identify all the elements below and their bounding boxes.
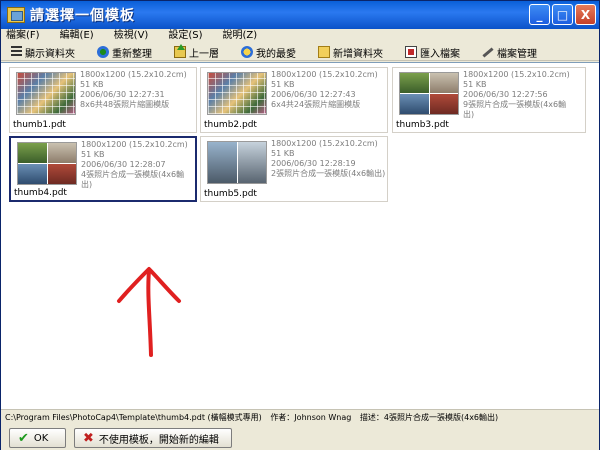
- template-info: 1800x1200 (15.2x10.2cm) 51 KB 2006/06/30…: [80, 70, 196, 110]
- template-tile-thumb5[interactable]: 1800x1200 (15.2x10.2cm) 51 KB 2006/06/30…: [200, 136, 388, 202]
- new-folder-icon: [318, 46, 330, 58]
- template-filesize: 51 KB: [271, 149, 295, 158]
- close-button[interactable]: X: [575, 4, 596, 25]
- template-filename: thumb1.pdt: [13, 120, 66, 130]
- template-date: 2006/06/30 12:27:56: [463, 90, 548, 99]
- template-resolution: 1800x1200 (15.2x10.2cm): [80, 70, 187, 79]
- minimize-button[interactable]: _: [529, 4, 550, 25]
- wrench-icon: [482, 46, 494, 58]
- template-dialog: 請選擇一個模板 _ □ X 檔案(F) 編輯(E) 檢視(V) 設定(S) 說明…: [0, 0, 600, 450]
- template-list[interactable]: 1800x1200 (15.2x10.2cm) 51 KB 2006/06/30…: [1, 62, 599, 409]
- template-description: 2張照片合成一張模版(4x6輸出): [271, 169, 386, 178]
- up-level-button[interactable]: 上一層: [174, 44, 219, 60]
- window-controls: _ □ X: [529, 4, 596, 25]
- checkmark-icon: ✔: [18, 430, 29, 446]
- template-filename: thumb2.pdt: [204, 120, 257, 130]
- dialog-buttons: ✔ OK ✖ 不使用模板，開始新的編輯: [1, 426, 599, 450]
- template-description: 4張照片合成一張模版(4x6輸: [81, 170, 185, 179]
- import-file-label: 匯入檔案: [420, 48, 460, 60]
- refresh-label: 重新整理: [112, 48, 152, 60]
- x-icon: ✖: [83, 430, 94, 446]
- new-folder-label: 新增資料夾: [333, 48, 383, 60]
- template-thumbnail: [207, 141, 267, 184]
- maximize-button[interactable]: □: [552, 4, 573, 25]
- template-date: 2006/06/30 12:28:07: [81, 160, 166, 169]
- template-filesize: 51 KB: [81, 150, 105, 159]
- template-resolution: 1800x1200 (15.2x10.2cm): [271, 70, 378, 79]
- refresh-button[interactable]: 重新整理: [97, 45, 152, 60]
- template-thumbnail: [207, 72, 267, 115]
- import-file-button[interactable]: 匯入檔案: [405, 45, 460, 60]
- list-icon: [11, 46, 22, 58]
- status-author: 作者：Johnson Wnag: [270, 413, 352, 422]
- template-description: 9張照片合成一張模版(4x6輸: [463, 100, 567, 109]
- import-icon: [405, 46, 417, 58]
- template-description: 8x6共48張照片縮圖模版: [80, 100, 170, 109]
- menu-bar: 檔案(F) 編輯(E) 檢視(V) 設定(S) 說明(Z): [1, 29, 599, 43]
- template-info: 1800x1200 (15.2x10.2cm) 51 KB 2006/06/30…: [81, 140, 197, 190]
- template-date: 2006/06/30 12:27:43: [271, 90, 356, 99]
- template-info: 1800x1200 (15.2x10.2cm) 51 KB 2006/06/30…: [271, 70, 387, 110]
- new-edit-button[interactable]: ✖ 不使用模板，開始新的編輯: [74, 428, 232, 448]
- template-thumbnail: [16, 72, 76, 115]
- menu-settings[interactable]: 設定(S): [163, 29, 207, 43]
- ok-button[interactable]: ✔ OK: [9, 428, 66, 448]
- template-description-cont: 出): [81, 180, 93, 189]
- status-description: 描述：4張照片合成一張模版(4x6輸出): [359, 413, 499, 422]
- template-tile-thumb2[interactable]: 1800x1200 (15.2x10.2cm) 51 KB 2006/06/30…: [200, 67, 388, 133]
- template-resolution: 1800x1200 (15.2x10.2cm): [463, 70, 570, 79]
- template-resolution: 1800x1200 (15.2x10.2cm): [271, 139, 378, 148]
- favorites-icon: [241, 46, 253, 58]
- template-info: 1800x1200 (15.2x10.2cm) 51 KB 2006/06/30…: [463, 70, 579, 120]
- template-filesize: 51 KB: [463, 80, 487, 89]
- template-filesize: 51 KB: [80, 80, 104, 89]
- template-description: 6x4共24張照片縮圖模版: [271, 100, 361, 109]
- new-edit-label: 不使用模板，開始新的編輯: [98, 434, 219, 446]
- template-tile-thumb3[interactable]: 1800x1200 (15.2x10.2cm) 51 KB 2006/06/30…: [392, 67, 586, 133]
- template-filename: thumb4.pdt: [14, 188, 67, 198]
- file-manage-label: 檔案管理: [497, 48, 537, 60]
- status-bar: C:\Program Files\PhotoCap4\Template\thum…: [1, 409, 599, 425]
- template-filesize: 51 KB: [271, 80, 295, 89]
- template-info: 1800x1200 (15.2x10.2cm) 51 KB 2006/06/30…: [271, 139, 387, 179]
- refresh-icon: [97, 46, 109, 58]
- status-path: C:\Program Files\PhotoCap4\Template\thum…: [5, 413, 262, 422]
- template-thumbnail: [399, 72, 459, 115]
- menu-view[interactable]: 檢視(V): [109, 29, 154, 43]
- app-icon: [7, 7, 25, 23]
- favorites-button[interactable]: 我的最愛: [241, 45, 296, 60]
- menu-help[interactable]: 說明(Z): [218, 29, 263, 43]
- window-title: 請選擇一個模板: [30, 8, 135, 24]
- template-tile-thumb4[interactable]: 1800x1200 (15.2x10.2cm) 51 KB 2006/06/30…: [9, 136, 197, 202]
- template-date: 2006/06/30 12:27:31: [80, 90, 165, 99]
- template-description-cont: 出): [463, 110, 475, 119]
- red-arrow-annotation: [117, 267, 181, 357]
- ok-label: OK: [33, 432, 49, 444]
- menu-edit[interactable]: 編輯(E): [55, 29, 99, 43]
- new-folder-button[interactable]: 新增資料夾: [318, 45, 383, 60]
- template-tile-thumb1[interactable]: 1800x1200 (15.2x10.2cm) 51 KB 2006/06/30…: [9, 67, 197, 133]
- up-level-label: 上一層: [189, 48, 219, 60]
- menu-file[interactable]: 檔案(F): [1, 29, 45, 43]
- template-date: 2006/06/30 12:28:19: [271, 159, 356, 168]
- folder-up-icon: [174, 44, 186, 58]
- show-folder-label: 顯示資料夾: [25, 48, 75, 60]
- toolbar: 顯示資料夾 重新整理 上一層 我的最愛 新增資料夾 匯入檔案 檔案管理: [1, 44, 599, 61]
- title-bar[interactable]: 請選擇一個模板 _ □ X: [1, 1, 599, 29]
- template-filename: thumb5.pdt: [204, 189, 257, 199]
- show-folder-button[interactable]: 顯示資料夾: [11, 45, 75, 60]
- template-thumbnail: [17, 142, 77, 185]
- template-filename: thumb3.pdt: [396, 120, 449, 130]
- favorites-label: 我的最愛: [256, 48, 296, 60]
- file-manage-button[interactable]: 檔案管理: [482, 45, 537, 60]
- template-resolution: 1800x1200 (15.2x10.2cm): [81, 140, 188, 149]
